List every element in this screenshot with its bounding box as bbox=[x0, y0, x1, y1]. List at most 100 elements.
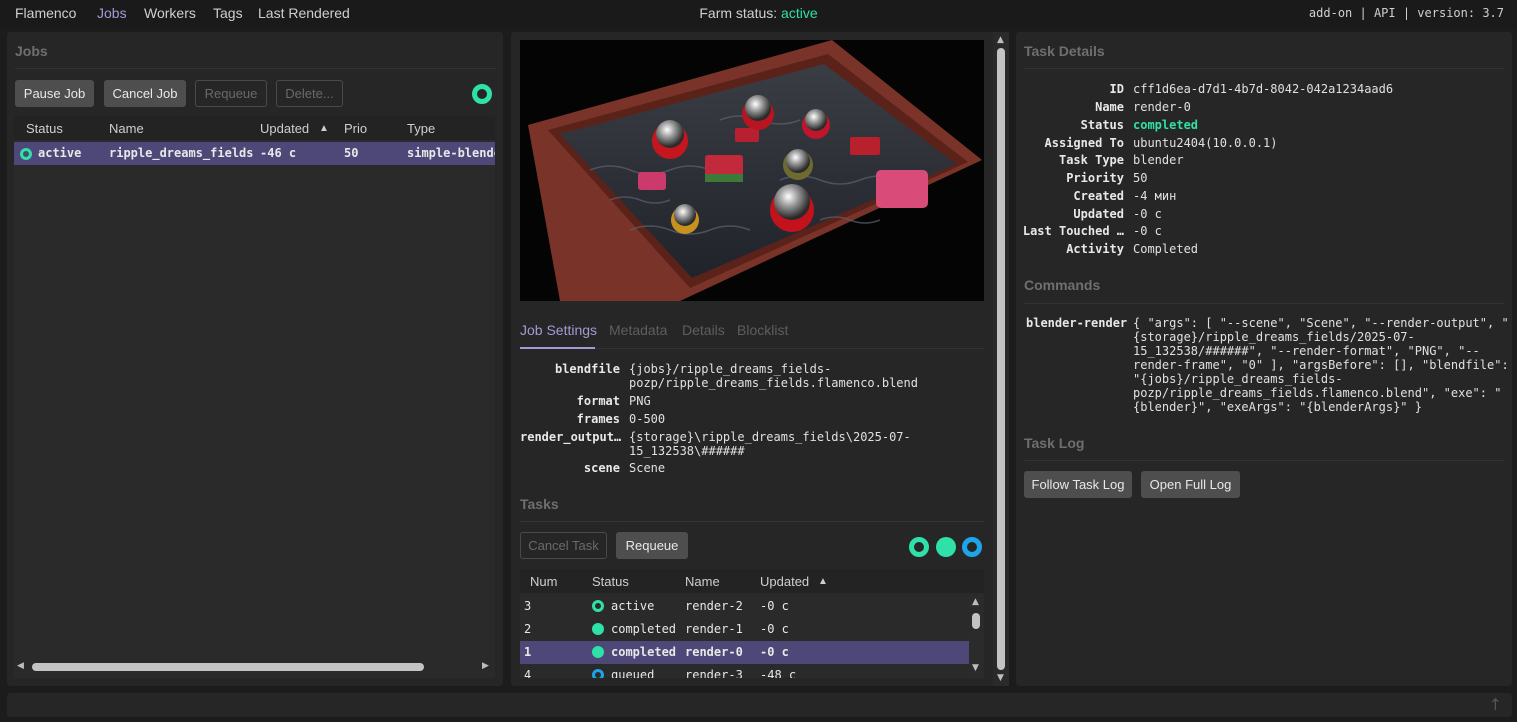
task-updated: -0 с bbox=[760, 645, 789, 659]
farm-status: Farm status: active bbox=[0, 5, 1517, 21]
filter-completed-icon[interactable] bbox=[936, 537, 956, 557]
col-num[interactable]: Num bbox=[530, 574, 557, 589]
job-updated: -46 с bbox=[260, 146, 297, 160]
table-row[interactable]: 1 completed render-0 -0 с bbox=[520, 641, 969, 664]
scroll-left-icon[interactable]: ◀ bbox=[17, 661, 24, 671]
field-priority-label: Priority bbox=[1066, 171, 1124, 185]
setting-frames-label: frames bbox=[576, 412, 620, 426]
tasks-table: Num Status Name Updated ▲ 3 active rende… bbox=[520, 569, 984, 678]
filter-active-icon[interactable] bbox=[909, 537, 929, 557]
sort-asc-icon[interactable]: ▲ bbox=[818, 576, 828, 587]
scroll-thumb[interactable] bbox=[32, 663, 424, 671]
scroll-up-icon[interactable]: ▲ bbox=[997, 35, 1004, 45]
filter-queued-icon[interactable] bbox=[962, 537, 982, 557]
sort-asc-icon[interactable]: ▲ bbox=[319, 123, 329, 134]
task-status: completed bbox=[611, 645, 677, 659]
field-created-value: -4 мин bbox=[1133, 189, 1177, 203]
field-name-label: Name bbox=[1095, 100, 1124, 114]
setting-render-output-label: render_output… bbox=[520, 430, 622, 444]
scroll-down-icon[interactable]: ▼ bbox=[972, 663, 979, 673]
col-name[interactable]: Name bbox=[109, 121, 144, 136]
middle-vscrollbar[interactable]: ▲ ▼ bbox=[993, 32, 1009, 686]
table-row[interactable]: 2 completed render-1 -0 с bbox=[520, 618, 969, 641]
field-assigned-value[interactable]: ubuntu2404(10.0.0.1) bbox=[1133, 136, 1278, 150]
tab-job-settings[interactable]: Job Settings bbox=[520, 322, 597, 338]
notification-bar[interactable]: ↑ bbox=[7, 693, 1512, 717]
task-num: 1 bbox=[524, 645, 532, 659]
command-name: blender-render bbox=[1026, 316, 1128, 330]
field-last-touched-label: Last Touched … bbox=[1022, 224, 1124, 238]
setting-format-value: PNG bbox=[629, 394, 651, 408]
field-priority-value: 50 bbox=[1133, 171, 1148, 185]
active-status-icon bbox=[20, 148, 32, 160]
setting-render-output-value: {storage}\ripple_dreams_fields\2025-07- … bbox=[629, 430, 911, 458]
field-updated-value: -0 с bbox=[1133, 207, 1162, 221]
task-name: render-0 bbox=[685, 645, 743, 659]
job-type: simple-blende bbox=[407, 146, 495, 160]
cancel-job-button[interactable]: Cancel Job bbox=[104, 80, 186, 107]
tab-blocklist[interactable]: Blocklist bbox=[737, 322, 788, 338]
tasks-vscrollbar[interactable]: ▲ ▼ bbox=[969, 595, 983, 678]
scroll-up-icon[interactable]: ▲ bbox=[972, 597, 979, 607]
tasks-title: Tasks bbox=[520, 496, 559, 512]
divider bbox=[15, 68, 496, 69]
table-row[interactable]: 4 queued render-3 -48 с bbox=[520, 664, 969, 678]
expand-up-icon[interactable]: ↑ bbox=[1489, 695, 1502, 714]
setting-scene-label: scene bbox=[583, 461, 620, 475]
active-status-icon bbox=[592, 600, 604, 612]
farm-status-value: active bbox=[781, 5, 818, 21]
task-status: queued bbox=[611, 668, 655, 678]
col-name[interactable]: Name bbox=[685, 574, 720, 589]
field-name-value: render-0 bbox=[1133, 100, 1191, 114]
status-filter-active-icon[interactable] bbox=[472, 84, 492, 104]
field-tasktype-value: blender bbox=[1133, 153, 1184, 167]
scroll-thumb[interactable] bbox=[972, 613, 980, 629]
table-row[interactable]: 3 active render-2 -0 с bbox=[520, 595, 969, 618]
task-status: active bbox=[611, 599, 655, 613]
field-tasktype-label: Task Type bbox=[1058, 153, 1124, 167]
follow-task-log-button[interactable]: Follow Task Log bbox=[1024, 471, 1132, 498]
tasks-table-header: Num Status Name Updated ▲ bbox=[520, 569, 984, 593]
requeue-task-button[interactable]: Requeue bbox=[616, 532, 688, 559]
col-prio[interactable]: Prio bbox=[344, 121, 367, 136]
field-created-label: Created bbox=[1073, 189, 1124, 203]
divider bbox=[1024, 303, 1504, 304]
field-activity-label: Activity bbox=[1066, 242, 1124, 256]
tab-metadata[interactable]: Metadata bbox=[609, 322, 667, 338]
render-preview-svg bbox=[520, 40, 984, 301]
task-name: render-2 bbox=[685, 599, 743, 613]
jobs-hscrollbar[interactable]: ◀ ▶ bbox=[14, 660, 495, 674]
jobs-table-header: Status Name Updated ▲ Prio Type bbox=[14, 116, 495, 140]
col-updated[interactable]: Updated bbox=[260, 121, 309, 136]
col-status[interactable]: Status bbox=[26, 121, 63, 136]
farm-status-label: Farm status: bbox=[699, 5, 778, 21]
task-details-title: Task Details bbox=[1024, 43, 1105, 59]
field-id-label: ID bbox=[1109, 82, 1124, 96]
field-id-value: cff1d6ea-d7d1-4b7d-8042-042a1234aad6 bbox=[1133, 82, 1394, 96]
scroll-down-icon[interactable]: ▼ bbox=[997, 673, 1004, 683]
completed-status-icon bbox=[592, 646, 604, 658]
divider bbox=[520, 521, 984, 522]
commands-title: Commands bbox=[1024, 277, 1101, 293]
col-updated[interactable]: Updated bbox=[760, 574, 809, 589]
task-num: 3 bbox=[524, 599, 532, 613]
version-links[interactable]: add-on | API | version: 3.7 bbox=[1309, 6, 1504, 20]
cancel-task-button[interactable]: Cancel Task bbox=[520, 532, 607, 559]
tab-details[interactable]: Details bbox=[682, 322, 725, 338]
col-status[interactable]: Status bbox=[592, 574, 629, 589]
setting-blendfile-label: blendfile bbox=[554, 362, 620, 376]
requeue-job-button[interactable]: Requeue bbox=[195, 80, 267, 107]
task-status: completed bbox=[611, 622, 677, 636]
open-full-log-button[interactable]: Open Full Log bbox=[1141, 471, 1240, 498]
setting-frames-value: 0-500 bbox=[629, 412, 666, 426]
setting-blendfile-value: {jobs}/ripple_dreams_fields- pozp/ripple… bbox=[629, 362, 918, 390]
field-status-value: completed bbox=[1133, 118, 1199, 132]
pause-job-button[interactable]: Pause Job bbox=[15, 80, 94, 107]
delete-job-button[interactable]: Delete... bbox=[276, 80, 343, 107]
scroll-right-icon[interactable]: ▶ bbox=[482, 661, 489, 671]
col-type[interactable]: Type bbox=[407, 121, 435, 136]
scroll-thumb[interactable] bbox=[997, 48, 1005, 670]
task-num: 4 bbox=[524, 668, 532, 678]
active-tab-indicator bbox=[520, 347, 595, 349]
table-row[interactable]: active ripple_dreams_fields -46 с 50 sim… bbox=[14, 142, 495, 165]
